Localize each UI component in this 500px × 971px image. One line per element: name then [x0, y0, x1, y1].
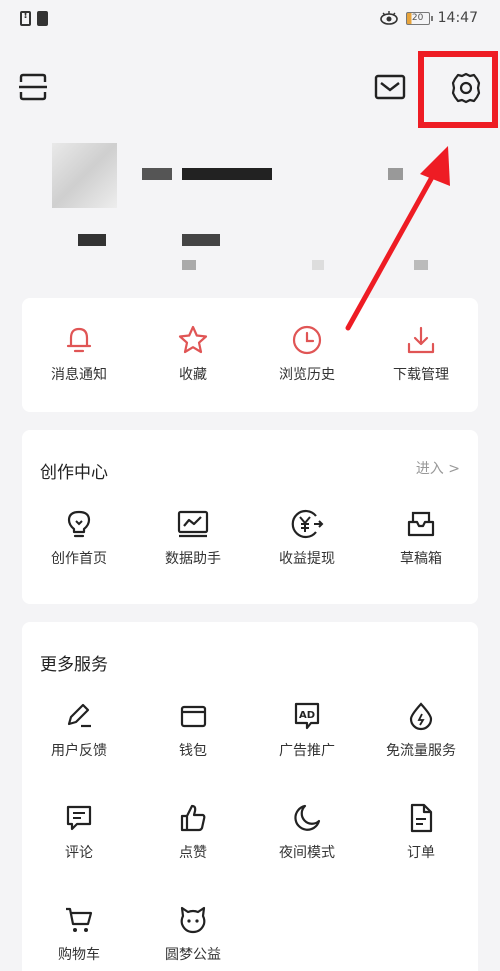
comment-icon — [66, 805, 92, 831]
service-charity[interactable]: 圆梦公益 — [136, 904, 250, 964]
drafts-icon — [407, 511, 435, 537]
drop-icon — [409, 702, 433, 731]
ad-icon: AD — [294, 702, 320, 730]
service-comments[interactable]: 评论 — [22, 802, 136, 862]
quick-action-label: 下载管理 — [393, 367, 449, 383]
service-cart[interactable]: 购物车 — [22, 904, 136, 964]
pencil-icon — [67, 703, 91, 728]
service-feedback[interactable]: 用户反馈 — [22, 700, 136, 760]
clock-icon — [292, 325, 322, 355]
service-label: 点赞 — [179, 845, 207, 861]
service-wallet[interactable]: 钱包 — [136, 700, 250, 760]
service-label: 圆梦公益 — [165, 947, 221, 963]
charity-icon — [180, 906, 206, 934]
cart-icon — [66, 907, 93, 932]
creation-item-label: 收益提现 — [279, 551, 335, 567]
profile-stat — [182, 260, 196, 270]
service-label: 订单 — [407, 845, 435, 861]
scan-icon[interactable] — [18, 72, 48, 102]
sim-card-icon — [37, 11, 48, 26]
creation-item-label: 数据助手 — [165, 551, 221, 567]
svg-text:AD: AD — [299, 710, 315, 721]
service-likes[interactable]: 点赞 — [136, 802, 250, 862]
status-bar: 20 14:47 — [0, 0, 500, 40]
more-services-title: 更多服务 — [40, 655, 108, 675]
quick-action-favorites[interactable]: 收藏 — [136, 324, 250, 384]
username-block — [142, 168, 172, 180]
username-block — [182, 168, 272, 180]
profile-stat — [78, 234, 106, 246]
status-time: 14:47 — [437, 10, 478, 26]
service-label: 夜间模式 — [279, 845, 335, 861]
service-free-data[interactable]: 免流量服务 — [364, 700, 478, 760]
bell-icon — [66, 327, 92, 353]
service-night-mode[interactable]: 夜间模式 — [250, 802, 364, 862]
profile-stat — [182, 234, 220, 246]
creation-item-data[interactable]: 数据助手 — [136, 508, 250, 568]
avatar[interactable] — [52, 143, 117, 208]
wallet-icon — [180, 705, 207, 728]
service-advertising[interactable]: AD 广告推广 — [250, 700, 364, 760]
creation-item-withdraw[interactable]: 收益提现 — [250, 508, 364, 568]
battery-indicator: 20 — [405, 11, 433, 25]
quick-action-label: 浏览历史 — [279, 367, 335, 383]
eye-comfort-icon — [379, 11, 398, 25]
creation-item-home[interactable]: 创作首页 — [22, 508, 136, 568]
yuan-icon — [291, 509, 324, 539]
service-label: 广告推广 — [279, 743, 335, 759]
thumbs-up-icon — [180, 804, 206, 832]
creation-item-label: 创作首页 — [51, 551, 107, 567]
quick-action-label: 消息通知 — [51, 367, 107, 383]
service-label: 购物车 — [58, 947, 100, 963]
lightbulb-icon — [67, 510, 91, 538]
creation-center-title: 创作中心 — [40, 463, 108, 483]
service-orders[interactable]: 订单 — [364, 802, 478, 862]
annotation-arrow — [345, 146, 450, 331]
creation-item-label: 草稿箱 — [400, 551, 442, 567]
service-label: 钱包 — [179, 743, 207, 759]
creation-item-drafts[interactable]: 草稿箱 — [364, 508, 478, 568]
creation-center-card: 创作中心 进入 > 创作首页 数据助手 收益提现 草稿箱 — [22, 430, 478, 604]
service-label: 评论 — [65, 845, 93, 861]
chart-icon — [177, 510, 209, 538]
creation-center-enter-link[interactable]: 进入 > — [416, 458, 460, 478]
document-icon — [410, 803, 433, 833]
settings-highlight-box — [418, 51, 498, 128]
mail-icon[interactable] — [374, 72, 406, 102]
moon-icon — [294, 804, 321, 831]
quick-action-label: 收藏 — [179, 367, 207, 383]
star-icon — [178, 325, 208, 354]
more-services-card: 更多服务 用户反馈 钱包 AD 广告推广 免流量服务 评论 点赞 夜间模式 订单… — [22, 622, 478, 971]
quick-action-notifications[interactable]: 消息通知 — [22, 324, 136, 384]
service-label: 免流量服务 — [386, 743, 456, 759]
sim-alert-icon — [20, 10, 31, 26]
service-label: 用户反馈 — [51, 743, 107, 759]
profile-stat — [312, 260, 324, 270]
